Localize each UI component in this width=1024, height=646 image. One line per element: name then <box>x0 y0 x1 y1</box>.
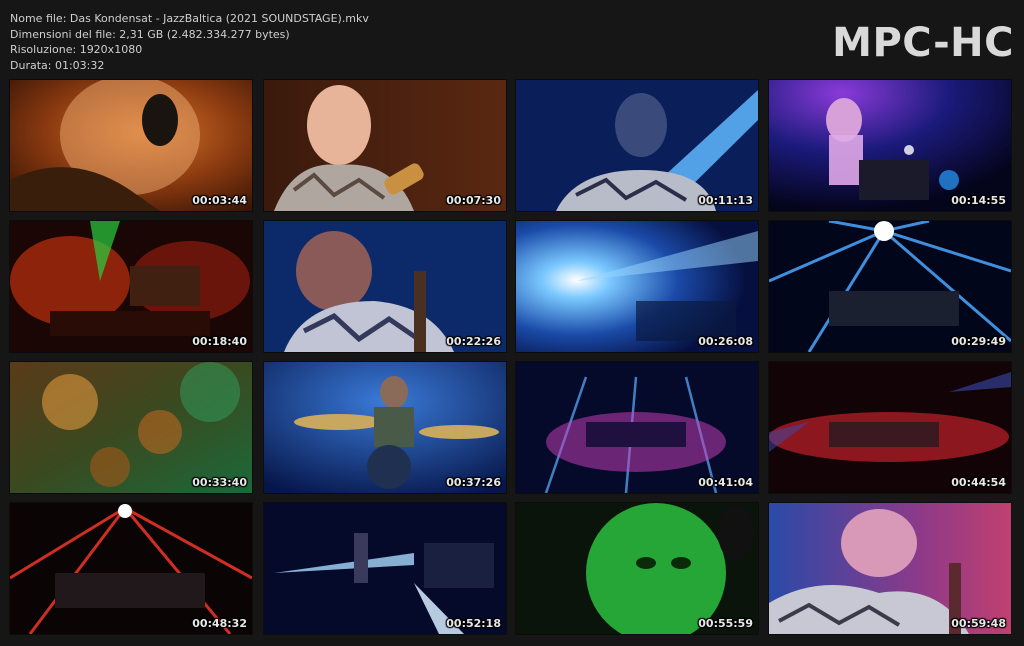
timestamp: 00:07:30 <box>446 194 501 207</box>
file-size-line: Dimensioni del file: 2,31 GB (2.482.334.… <box>10 27 290 41</box>
duration-line: Durata: 01:03:32 <box>10 58 105 72</box>
frame-image <box>516 503 758 634</box>
timestamp: 00:48:32 <box>192 617 247 630</box>
timestamp: 00:26:08 <box>698 335 753 348</box>
timestamp: 00:18:40 <box>192 335 247 348</box>
thumbnail: 00:48:32 <box>10 503 252 634</box>
thumbnail-grid: 00:03:44 00:07:30 00:11:13 00:14:55 00:1… <box>10 80 1014 634</box>
frame-image <box>264 362 506 493</box>
frame-image <box>516 80 758 211</box>
thumbnail: 00:22:26 <box>264 221 506 352</box>
frame-image <box>769 80 1011 211</box>
frame-image <box>10 80 252 211</box>
mpc-hc-logo: MPC-HC <box>832 20 1014 66</box>
thumbnail: 00:14:55 <box>769 80 1011 211</box>
timestamp: 00:59:48 <box>951 617 1006 630</box>
frame-image <box>10 362 252 493</box>
thumbnail: 00:26:08 <box>516 221 758 352</box>
resolution-line: Risoluzione: 1920x1080 <box>10 43 143 57</box>
frame-image <box>769 221 1011 352</box>
thumbnail-sheet: Nome file: Das Kondensat - JazzBaltica (… <box>0 0 1024 646</box>
thumbnail: 00:03:44 <box>10 80 252 211</box>
timestamp: 00:33:40 <box>192 476 247 489</box>
timestamp: 00:41:04 <box>698 476 753 489</box>
thumbnail: 00:07:30 <box>264 80 506 211</box>
timestamp: 00:22:26 <box>446 335 501 348</box>
frame-image <box>10 221 252 352</box>
frame-image <box>264 221 506 352</box>
timestamp: 00:11:13 <box>698 194 753 207</box>
thumbnail: 00:52:18 <box>264 503 506 634</box>
frame-image <box>264 80 506 211</box>
frame-image <box>264 503 506 634</box>
thumbnail: 00:59:48 <box>769 503 1011 634</box>
thumbnail: 00:55:59 <box>516 503 758 634</box>
file-name-line: Nome file: Das Kondensat - JazzBaltica (… <box>10 12 369 25</box>
file-info: Nome file: Das Kondensat - JazzBaltica (… <box>10 11 369 73</box>
frame-image <box>516 362 758 493</box>
timestamp: 00:55:59 <box>698 617 753 630</box>
thumbnail: 00:11:13 <box>516 80 758 211</box>
thumbnail: 00:44:54 <box>769 362 1011 493</box>
thumbnail: 00:41:04 <box>516 362 758 493</box>
thumbnail: 00:29:49 <box>769 221 1011 352</box>
thumbnail: 00:37:26 <box>264 362 506 493</box>
timestamp: 00:44:54 <box>951 476 1006 489</box>
timestamp: 00:29:49 <box>951 335 1006 348</box>
timestamp: 00:52:18 <box>446 617 501 630</box>
frame-image <box>769 362 1011 493</box>
thumbnail: 00:18:40 <box>10 221 252 352</box>
timestamp: 00:14:55 <box>951 194 1006 207</box>
timestamp: 00:37:26 <box>446 476 501 489</box>
frame-image <box>769 503 1011 634</box>
thumbnail: 00:33:40 <box>10 362 252 493</box>
frame-image <box>516 221 758 352</box>
timestamp: 00:03:44 <box>192 194 247 207</box>
frame-image <box>10 503 252 634</box>
